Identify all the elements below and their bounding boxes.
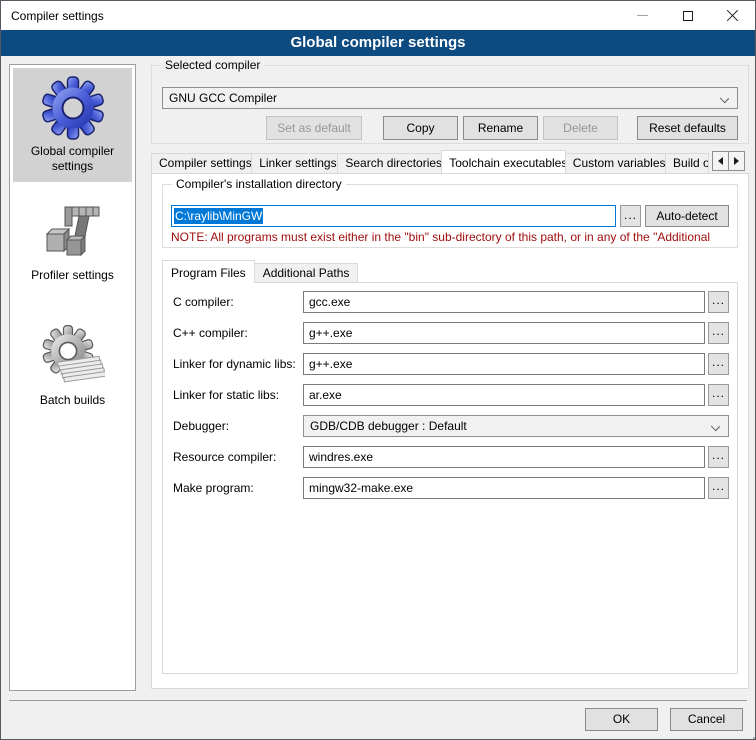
chevron-down-icon: [711, 422, 720, 431]
footer-divider: [9, 700, 747, 701]
arrow-left-icon: [718, 157, 723, 165]
subtab-program-files[interactable]: Program Files: [162, 260, 255, 283]
close-icon: [726, 9, 739, 22]
c-compiler-row: C compiler: ...: [173, 291, 729, 313]
tab-custom-variables[interactable]: Custom variables: [565, 153, 666, 173]
tab-linker-settings[interactable]: Linker settings: [251, 153, 338, 173]
compiler-settings-dialog: Compiler settings Global compiler settin…: [0, 0, 756, 740]
minimize-button[interactable]: [620, 1, 665, 30]
sidebar-item-batch-builds[interactable]: Batch builds: [13, 317, 132, 416]
delete-button[interactable]: Delete: [543, 116, 618, 140]
tab-scroll-right-button[interactable]: [728, 151, 745, 171]
static-linker-browse-button[interactable]: ...: [708, 384, 729, 406]
install-dir-note: NOTE: All programs must exist either in …: [171, 230, 735, 244]
toolchain-executables-page: Compiler's installation directory C:\ray…: [151, 173, 749, 689]
gear-stack-icon: [41, 325, 105, 389]
sidebar-item-label: Profiler settings: [15, 268, 130, 283]
settings-sidebar: Global compiler settings: [9, 64, 136, 691]
sidebar-item-profiler-settings[interactable]: Profiler settings: [13, 192, 132, 291]
cpp-compiler-label: C++ compiler:: [173, 326, 303, 340]
resource-compiler-input[interactable]: [303, 446, 705, 468]
ok-button[interactable]: OK: [585, 708, 658, 731]
tab-scroll-left-button[interactable]: [712, 151, 729, 171]
auto-detect-button[interactable]: Auto-detect: [645, 205, 729, 227]
blue-gear-icon: [41, 76, 105, 140]
static-linker-row: Linker for static libs: ...: [173, 384, 729, 406]
static-linker-label: Linker for static libs:: [173, 388, 303, 402]
dynamic-linker-row: Linker for dynamic libs: ...: [173, 353, 729, 375]
debugger-value: GDB/CDB debugger : Default: [310, 419, 467, 433]
dialog-content: Global compiler settings: [1, 57, 755, 739]
programs-subtabstrip: Program Files Additional Paths: [162, 259, 358, 282]
selected-compiler-group: Selected compiler GNU GCC Compiler Set a…: [151, 65, 749, 144]
sidebar-item-label: Batch builds: [15, 393, 130, 408]
resource-compiler-row: Resource compiler: ...: [173, 446, 729, 468]
tab-search-directories[interactable]: Search directories: [337, 153, 442, 173]
c-compiler-browse-button[interactable]: ...: [708, 291, 729, 313]
dynamic-linker-label: Linker for dynamic libs:: [173, 357, 303, 371]
settings-tabstrip: Compiler settings Linker settings Search…: [151, 149, 749, 173]
resize-grip-icon[interactable]: [749, 733, 751, 735]
selected-compiler-value: GNU GCC Compiler: [169, 91, 277, 105]
subtab-additional-paths[interactable]: Additional Paths: [254, 263, 359, 282]
c-compiler-input[interactable]: [303, 291, 705, 313]
install-dir-browse-button[interactable]: ...: [620, 205, 641, 227]
make-program-input[interactable]: [303, 477, 705, 499]
install-dir-input[interactable]: C:\raylib\MinGW: [171, 205, 616, 227]
set-as-default-button[interactable]: Set as default: [266, 116, 362, 140]
caliper-blocks-icon: [41, 200, 105, 264]
tab-toolchain-executables[interactable]: Toolchain executables: [441, 150, 566, 173]
tab-compiler-settings[interactable]: Compiler settings: [151, 153, 252, 173]
copy-button[interactable]: Copy: [383, 116, 458, 140]
selected-compiler-group-label: Selected compiler: [161, 58, 264, 72]
make-program-label: Make program:: [173, 481, 303, 495]
c-compiler-label: C compiler:: [173, 295, 303, 309]
page-title: Global compiler settings: [1, 30, 755, 56]
cpp-compiler-browse-button[interactable]: ...: [708, 322, 729, 344]
dynamic-linker-input[interactable]: [303, 353, 705, 375]
resource-compiler-browse-button[interactable]: ...: [708, 446, 729, 468]
sidebar-item-label: Global compiler settings: [15, 144, 130, 174]
cancel-button[interactable]: Cancel: [670, 708, 743, 731]
install-dir-group: Compiler's installation directory C:\ray…: [162, 184, 738, 248]
maximize-button[interactable]: [665, 1, 710, 30]
install-dir-row: C:\raylib\MinGW ... Auto-detect: [171, 205, 729, 227]
debugger-row: Debugger: GDB/CDB debugger : Default: [173, 415, 729, 437]
close-button[interactable]: [710, 1, 755, 30]
tab-build-options[interactable]: Build options: [665, 153, 709, 173]
rename-button[interactable]: Rename: [463, 116, 538, 140]
dynamic-linker-browse-button[interactable]: ...: [708, 353, 729, 375]
caption-buttons: [620, 1, 755, 30]
resource-compiler-label: Resource compiler:: [173, 450, 303, 464]
minimize-icon: [637, 15, 648, 16]
make-program-row: Make program: ...: [173, 477, 729, 499]
titlebar: Compiler settings: [1, 1, 755, 30]
window-title: Compiler settings: [1, 9, 104, 23]
chevron-down-icon: [720, 94, 729, 103]
make-program-browse-button[interactable]: ...: [708, 477, 729, 499]
tab-scrollers: [712, 151, 745, 171]
debugger-label: Debugger:: [173, 419, 303, 433]
static-linker-input[interactable]: [303, 384, 705, 406]
sidebar-item-global-compiler-settings[interactable]: Global compiler settings: [13, 68, 132, 182]
compiler-buttons-row: Set as default Copy Rename Delete Reset …: [162, 116, 738, 140]
maximize-icon: [683, 11, 693, 21]
install-dir-selected-text: C:\raylib\MinGW: [174, 208, 263, 224]
selected-compiler-combobox[interactable]: GNU GCC Compiler: [162, 87, 738, 109]
cpp-compiler-row: C++ compiler: ...: [173, 322, 729, 344]
cpp-compiler-input[interactable]: [303, 322, 705, 344]
reset-defaults-button[interactable]: Reset defaults: [637, 116, 738, 140]
install-dir-group-label: Compiler's installation directory: [172, 177, 346, 191]
arrow-right-icon: [734, 157, 739, 165]
program-files-page: C compiler: ... C++ compiler: ... Linker…: [162, 282, 738, 674]
debugger-combobox[interactable]: GDB/CDB debugger : Default: [303, 415, 729, 437]
